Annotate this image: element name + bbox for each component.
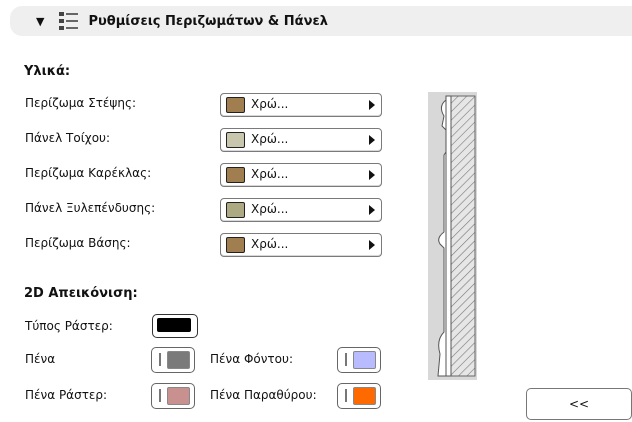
raster-pen-label: Πένα Ράστερ: [25, 388, 108, 402]
crown-molding-material-button[interactable]: Χρώ... [220, 93, 382, 117]
panel-settings-icon [59, 12, 79, 30]
material-value: Χρώ... [251, 97, 289, 111]
material-value: Χρώ... [251, 237, 289, 251]
background-pen-label: Πένα Φόντου: [210, 352, 293, 366]
pen-label: Πένα [25, 352, 56, 366]
materials-section-title: Υλικά: [24, 64, 71, 79]
wainscot-panel-material-button[interactable]: Χρώ... [220, 198, 382, 222]
base-molding-label: Περίζωμα Βάσης: [25, 236, 131, 250]
display-2d-section-title: 2D Απεικόνιση: [24, 286, 138, 301]
material-swatch [226, 237, 245, 253]
pen-color-swatch [167, 387, 190, 405]
chair-rail-material-button[interactable]: Χρώ... [220, 163, 382, 187]
pen-indicator [159, 389, 161, 402]
pen-color-swatch [167, 351, 190, 369]
chevron-right-icon [369, 135, 375, 145]
material-swatch [226, 132, 245, 148]
material-value: Χρώ... [251, 132, 289, 146]
wall-profile-preview [428, 92, 477, 380]
pen-button[interactable] [151, 347, 195, 373]
material-swatch [226, 167, 245, 183]
material-swatch [226, 97, 245, 113]
collapse-triangle-icon[interactable]: ▼ [36, 15, 44, 28]
wall-panel-label: Πάνελ Τοίχου: [25, 131, 111, 145]
wall-section-drawing [437, 95, 476, 377]
pen-indicator [345, 353, 347, 366]
pen-color-swatch [353, 387, 376, 405]
panel-title: Ρυθμίσεις Περιζωμάτων & Πάνελ [88, 13, 328, 29]
pen-color-swatch [353, 351, 376, 369]
chevron-right-icon [369, 205, 375, 215]
chair-rail-label: Περίζωμα Καρέκλας: [25, 166, 152, 180]
window-pen-label: Πένα Παραθύρου: [210, 388, 317, 402]
wainscot-panel-label: Πάνελ Ξυλεπένδυσης: [25, 201, 156, 215]
raster-fill-swatch [157, 318, 191, 332]
material-swatch [226, 202, 245, 218]
raster-pen-button[interactable] [151, 383, 195, 409]
pen-indicator [159, 353, 161, 366]
chevron-right-icon [369, 240, 375, 250]
collapse-button[interactable]: << [526, 388, 632, 420]
settings-panel-header[interactable]: ▼ Ρυθμίσεις Περιζωμάτων & Πάνελ [10, 6, 632, 36]
background-pen-button[interactable] [337, 347, 381, 373]
material-value: Χρώ... [251, 202, 289, 216]
crown-molding-label: Περίζωμα Στέψης: [25, 96, 137, 110]
chevron-right-icon [369, 100, 375, 110]
material-value: Χρώ... [251, 167, 289, 181]
wall-panel-material-button[interactable]: Χρώ... [220, 128, 382, 152]
raster-type-label: Τύπος Ράστερ: [25, 319, 113, 333]
base-molding-material-button[interactable]: Χρώ... [220, 233, 382, 257]
window-pen-button[interactable] [337, 383, 381, 409]
chevron-right-icon [369, 170, 375, 180]
raster-type-button[interactable] [152, 314, 198, 338]
pen-indicator [345, 389, 347, 402]
